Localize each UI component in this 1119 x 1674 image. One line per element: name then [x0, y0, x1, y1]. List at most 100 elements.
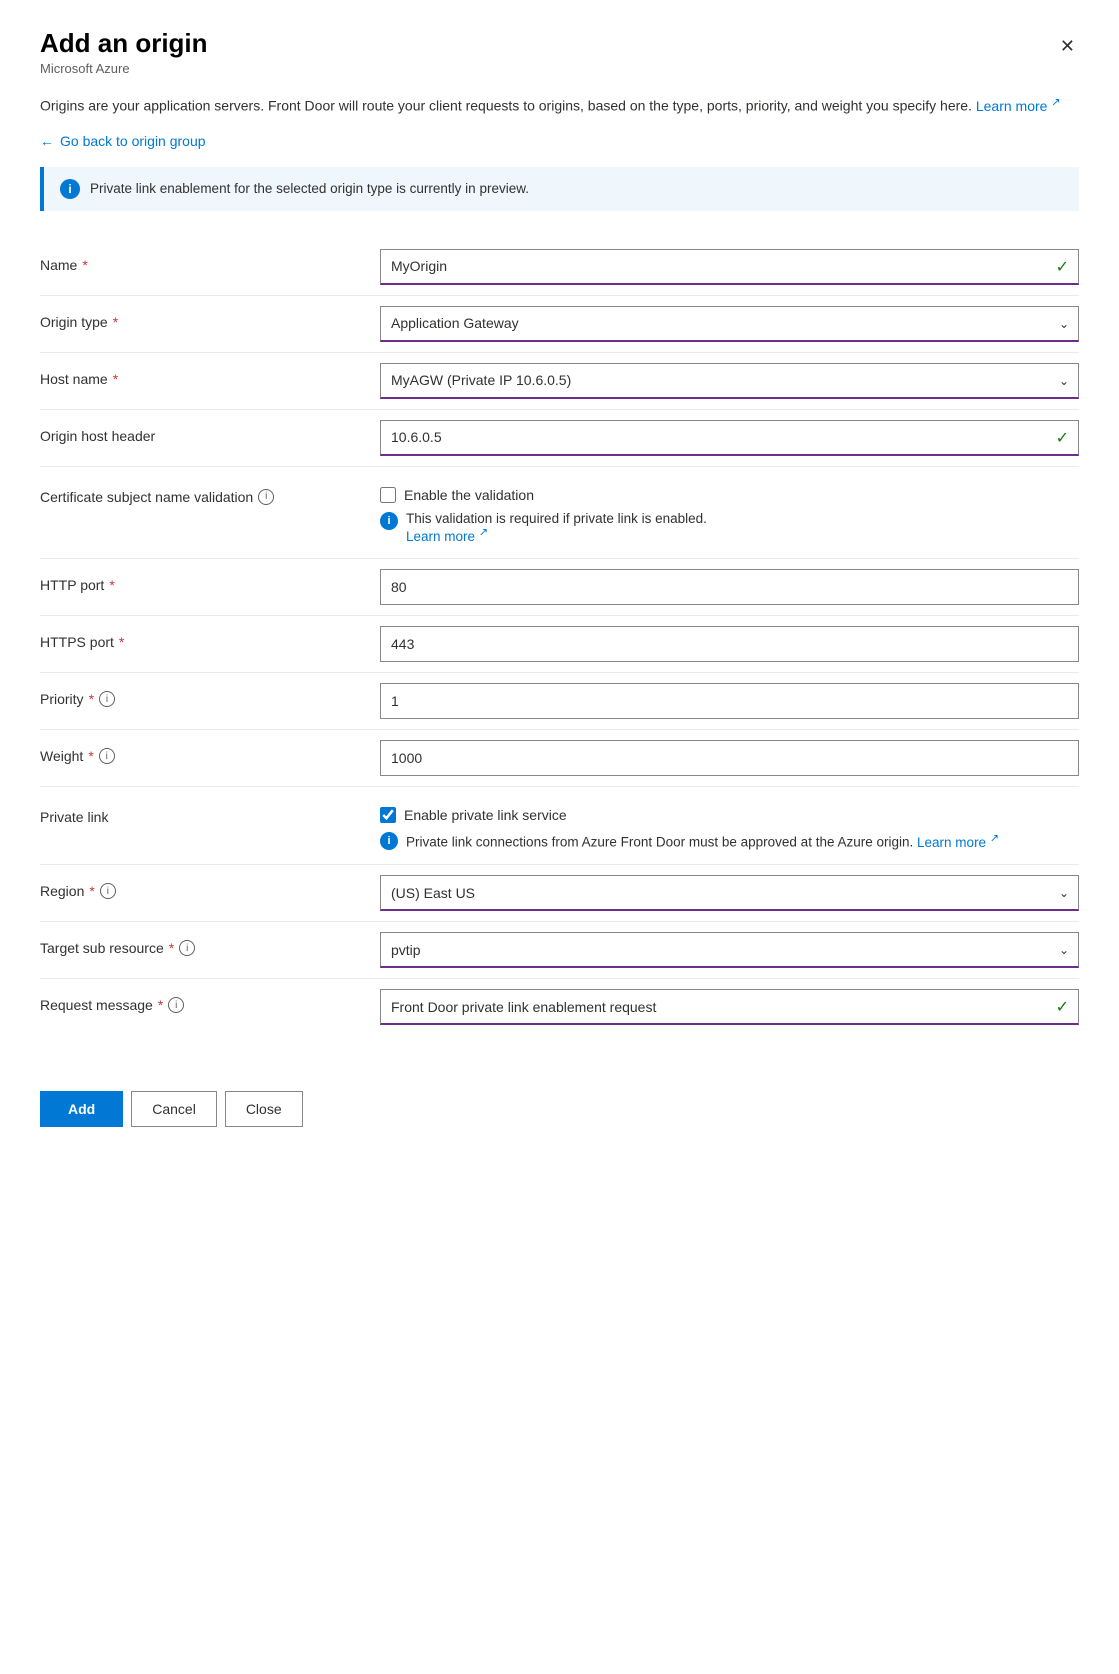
origin-type-required: *: [113, 314, 118, 330]
cancel-button[interactable]: Cancel: [131, 1091, 217, 1127]
target-sub-resource-label: Target sub resource * i: [40, 932, 380, 956]
weight-info-icon[interactable]: i: [99, 748, 115, 764]
priority-row: Priority * i: [40, 673, 1079, 729]
origin-host-header-input[interactable]: [380, 420, 1079, 456]
add-button[interactable]: Add: [40, 1091, 123, 1127]
https-port-required: *: [119, 634, 124, 650]
cert-validation-checkbox-row: Enable the validation: [380, 481, 1079, 503]
host-name-select[interactable]: MyAGW (Private IP 10.6.0.5): [380, 363, 1079, 399]
request-message-input[interactable]: [380, 989, 1079, 1025]
region-row: Region * i (US) East US (US) West US (EU…: [40, 865, 1079, 921]
back-arrow-icon: ←: [40, 133, 54, 149]
target-sub-resource-row: Target sub resource * i pvtip ⌄: [40, 922, 1079, 978]
region-info-icon[interactable]: i: [100, 883, 116, 899]
priority-required: *: [89, 691, 94, 707]
origin-type-dropdown-wrapper: Application Gateway Storage Cloud Servic…: [380, 306, 1079, 342]
origin-type-row: Origin type * Application Gateway Storag…: [40, 296, 1079, 352]
weight-input[interactable]: [380, 740, 1079, 776]
request-message-check-icon: ✓: [1056, 997, 1069, 1017]
private-link-checkbox[interactable]: [380, 807, 396, 823]
cert-validation-info-icon-blue: i: [380, 512, 398, 530]
request-message-label: Request message * i: [40, 989, 380, 1013]
target-sub-resource-select[interactable]: pvtip: [380, 932, 1079, 968]
footer-buttons: Add Cancel Close: [40, 1071, 1079, 1127]
panel-title-group: Add an origin Microsoft Azure: [40, 28, 208, 76]
name-label: Name *: [40, 249, 380, 273]
host-name-dropdown-wrapper: MyAGW (Private IP 10.6.0.5) ⌄: [380, 363, 1079, 399]
cert-validation-info-icon[interactable]: i: [258, 489, 274, 505]
origin-host-header-input-wrapper: ✓: [380, 420, 1079, 456]
private-link-label: Private link: [40, 801, 380, 825]
private-link-info: i Private link connections from Azure Fr…: [380, 831, 1079, 850]
cert-validation-info-text: This validation is required if private l…: [406, 511, 707, 545]
origin-host-header-label: Origin host header: [40, 420, 380, 444]
close-footer-button[interactable]: Close: [225, 1091, 303, 1127]
info-banner: i Private link enablement for the select…: [40, 167, 1079, 211]
host-name-row: Host name * MyAGW (Private IP 10.6.0.5) …: [40, 353, 1079, 409]
request-message-info-icon[interactable]: i: [168, 997, 184, 1013]
description-body: Origins are your application servers. Fr…: [40, 98, 972, 114]
http-port-label: HTTP port *: [40, 569, 380, 593]
weight-row: Weight * i: [40, 730, 1079, 786]
info-banner-icon: i: [60, 179, 80, 199]
https-port-label: HTTPS port *: [40, 626, 380, 650]
cert-validation-checkbox-label: Enable the validation: [404, 487, 534, 503]
learn-more-link-description[interactable]: Learn more ↗: [976, 98, 1061, 114]
panel-title: Add an origin: [40, 28, 208, 59]
http-port-input[interactable]: [380, 569, 1079, 605]
info-banner-message: Private link enablement for the selected…: [90, 181, 529, 196]
region-label: Region * i: [40, 875, 380, 899]
target-sub-resource-required: *: [169, 940, 174, 956]
priority-label: Priority * i: [40, 683, 380, 707]
description-text: Origins are your application servers. Fr…: [40, 94, 1079, 117]
origin-host-header-row: Origin host header ✓: [40, 410, 1079, 466]
name-row: Name * ✓: [40, 239, 1079, 295]
panel-subtitle: Microsoft Azure: [40, 61, 208, 76]
target-sub-resource-info-icon[interactable]: i: [179, 940, 195, 956]
priority-info-icon[interactable]: i: [99, 691, 115, 707]
add-origin-panel: Add an origin Microsoft Azure ✕ Origins …: [0, 0, 1119, 1167]
name-required: *: [82, 257, 87, 273]
weight-label: Weight * i: [40, 740, 380, 764]
name-input-wrapper: ✓: [380, 249, 1079, 285]
form: Name * ✓ Origin type * Application Gatew…: [40, 239, 1079, 1036]
origin-type-label: Origin type *: [40, 306, 380, 330]
cert-validation-external-icon: ↗: [479, 527, 488, 539]
request-message-required: *: [158, 997, 163, 1013]
cert-validation-info: i This validation is required if private…: [380, 511, 1079, 545]
private-link-row: Private link Enable private link service…: [40, 787, 1079, 864]
private-link-learn-more-link[interactable]: Learn more ↗: [917, 835, 999, 850]
region-required: *: [89, 883, 94, 899]
weight-required: *: [88, 748, 93, 764]
cert-validation-label: Certificate subject name validation i: [40, 481, 380, 505]
cert-validation-learn-more-link[interactable]: Learn more ↗: [406, 529, 488, 544]
host-name-required: *: [113, 371, 118, 387]
private-link-checkbox-label: Enable private link service: [404, 807, 567, 823]
private-link-external-icon: ↗: [990, 832, 999, 844]
request-message-row: Request message * i ✓: [40, 979, 1079, 1035]
host-name-label: Host name *: [40, 363, 380, 387]
http-port-row: HTTP port *: [40, 559, 1079, 615]
back-to-origin-group-link[interactable]: ← Go back to origin group: [40, 133, 206, 149]
region-dropdown-wrapper: (US) East US (US) West US (EU) West Euro…: [380, 875, 1079, 911]
private-link-info-icon-blue: i: [380, 832, 398, 850]
name-input[interactable]: [380, 249, 1079, 285]
http-port-required: *: [109, 577, 114, 593]
back-link-label: Go back to origin group: [60, 133, 206, 149]
origin-type-select[interactable]: Application Gateway Storage Cloud Servic…: [380, 306, 1079, 342]
region-select[interactable]: (US) East US (US) West US (EU) West Euro…: [380, 875, 1079, 911]
cert-validation-row: Certificate subject name validation i En…: [40, 467, 1079, 559]
cert-validation-checkbox[interactable]: [380, 487, 396, 503]
private-link-info-text: Private link connections from Azure Fron…: [406, 831, 999, 850]
name-check-icon: ✓: [1056, 257, 1069, 277]
panel-header: Add an origin Microsoft Azure ✕: [40, 28, 1079, 76]
external-link-icon-description: ↗: [1051, 96, 1060, 108]
close-button[interactable]: ✕: [1056, 32, 1079, 61]
https-port-row: HTTPS port *: [40, 616, 1079, 672]
private-link-checkbox-row: Enable private link service: [380, 801, 1079, 823]
priority-input[interactable]: [380, 683, 1079, 719]
origin-host-header-check-icon: ✓: [1056, 428, 1069, 448]
target-sub-resource-dropdown-wrapper: pvtip ⌄: [380, 932, 1079, 968]
https-port-input[interactable]: [380, 626, 1079, 662]
request-message-input-wrapper: ✓: [380, 989, 1079, 1025]
